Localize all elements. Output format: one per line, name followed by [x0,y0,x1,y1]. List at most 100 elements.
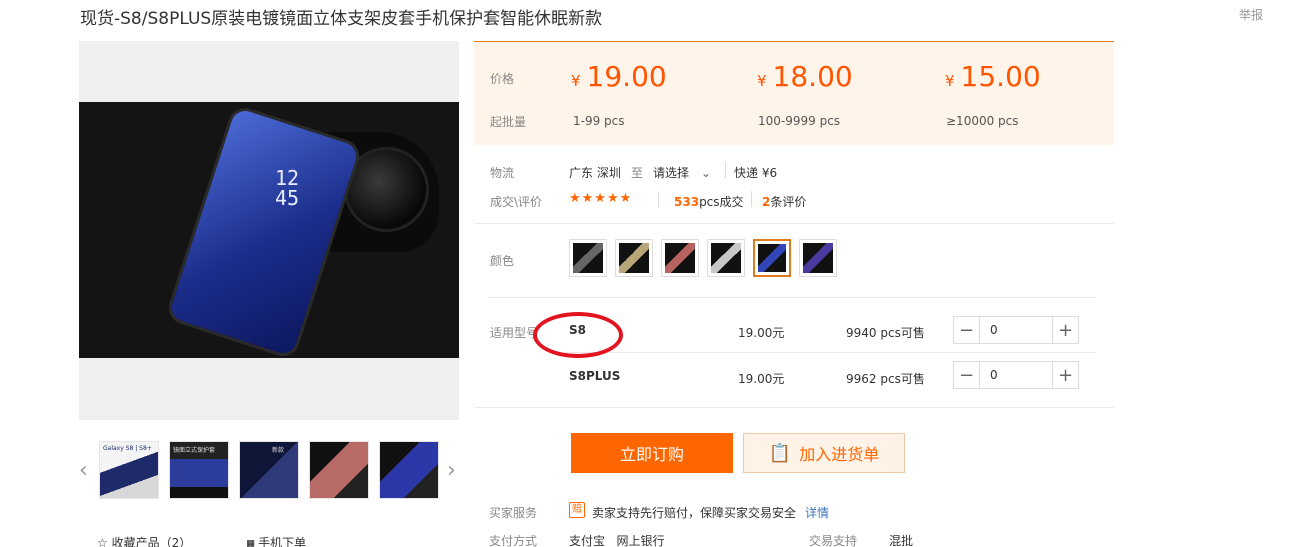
destination-select[interactable]: 请选择 ⌄ [653,164,711,181]
model-price: 19.00元 [738,372,785,386]
review-count[interactable]: 2条评价 [762,193,806,210]
swatch-image [573,243,603,273]
review-suffix: 条评价 [770,195,807,209]
clipboard-icon: 📋 [768,442,792,464]
color-label: 颜色 [490,254,515,268]
thumb-caption: Galaxy S8 | S8+ [103,445,152,452]
price-value: 18.00 [772,60,853,93]
seller-service-label: 买家服务 [489,506,538,520]
price-label: 价格 [490,72,515,86]
thumb-caption: 新款 [272,447,285,454]
swatch-image [803,243,833,273]
swatch-image [665,243,695,273]
thumb-galaxy-s8[interactable]: Galaxy S8 | S8+ [99,441,159,499]
tier-2-qty: 100-9999 pcs [758,114,841,128]
favorite-product[interactable]: ☆ 收藏产品（2） [97,534,191,547]
currency-symbol: ¥ [945,72,955,90]
color-swatch-blue[interactable] [753,239,791,277]
price-tier-3: ¥15.00 [945,60,1041,93]
currency-symbol: ¥ [757,72,767,90]
sold-number: 533 [674,195,700,209]
destination-value: 请选择 [653,166,690,180]
swatch-image [711,243,741,273]
mobile-order-label: 手机下单 [258,536,307,547]
trade-support-label: 交易支持 [809,534,858,547]
color-swatch-purple[interactable] [799,239,837,277]
divider [474,223,1114,224]
thumb-blue[interactable] [379,441,439,499]
currency-symbol: ¥ [571,72,581,90]
price-value: 19.00 [586,60,667,93]
quantity-input[interactable]: 0 [980,317,1052,343]
phone-clock: 12 45 [275,168,299,208]
thumbs-prev-icon[interactable]: ‹ [79,458,88,483]
payment-methods: 支付宝 网上银行 [569,534,665,547]
seller-service-text: 卖家支持先行赔付，保障买家交易安全 [592,506,797,520]
color-swatch-gold[interactable] [615,239,653,277]
model-stock: 9940 pcs可售 [846,326,925,340]
color-swatch-black[interactable] [569,239,607,277]
rating-stars-icon: ★★★★★ [569,191,633,206]
product-title: 现货-S8/S8PLUS原装电镀镜面立体支架皮套手机保护套智能休眠新款 [80,9,603,29]
model-name-s8plus: S8PLUS [569,369,621,383]
sold-count[interactable]: 533pcs成交 [674,193,744,210]
annotation-circle [533,312,623,358]
thumb-stand-case[interactable]: 镜面立式保护套 [169,441,229,499]
thumbs-next-icon[interactable]: › [447,458,456,483]
swatch-image [619,243,649,273]
thumb-new-arrival[interactable]: 新款 [239,441,299,499]
tier-1-qty: 1-99 pcs [573,114,625,128]
compensation-shield-icon: 赔 [569,502,585,518]
price-value: 15.00 [960,60,1041,93]
reviews-label: 成交\评价 [490,195,543,209]
logistics-origin: 广东 深圳 [569,166,621,180]
logistics-label: 物流 [490,166,515,180]
buy-now-button[interactable]: 立即订购 [571,433,733,473]
swatch-image [758,244,786,272]
divider [489,297,1096,298]
model-label: 适用型号 [490,326,539,340]
logistics-to: 至 [631,166,644,180]
divider [751,191,752,207]
minus-button[interactable]: − [954,362,980,388]
plus-button[interactable]: + [1052,362,1078,388]
payment-label: 支付方式 [489,534,538,547]
quantity-stepper[interactable]: − 0 + [953,361,1079,389]
express-fee: 快递 ¥6 [734,166,778,180]
model-price: 19.00元 [738,326,785,340]
price-tier-1: ¥19.00 [571,60,667,93]
phone-clock-minutes: 45 [275,186,300,210]
trade-support-value: 混批 [889,534,914,547]
model-stock: 9962 pcs可售 [846,372,925,386]
add-to-cart-label: 加入进货单 [799,445,880,464]
price-panel [474,41,1114,145]
details-link[interactable]: 详情 [805,504,829,521]
moq-label: 起批量 [490,115,527,129]
thumb-caption: 镜面立式保护套 [173,447,216,454]
divider [474,407,1114,408]
tier-3-qty: ≥10000 pcs [946,114,1019,128]
star-outline-icon: ☆ [97,536,108,547]
camera-lens [344,147,429,232]
chevron-down-icon: ⌄ [700,166,711,180]
add-to-cart-button[interactable]: 📋 加入进货单 [743,433,905,473]
product-photo: 12 45 [79,102,459,358]
divider [725,162,726,178]
color-swatch-silver[interactable] [707,239,745,277]
divider [658,191,659,207]
color-swatch-rose[interactable] [661,239,699,277]
qr-icon: ▦ [247,536,255,547]
sold-suffix: pcs成交 [699,195,744,209]
quantity-input[interactable]: 0 [980,362,1052,388]
phone-clock-hours: 12 [275,166,300,190]
phone-case [168,107,360,357]
quantity-stepper[interactable]: − 0 + [953,316,1079,344]
mobile-order[interactable]: ▦ 手机下单 [247,534,306,547]
report-link[interactable]: 举报 [1239,6,1263,23]
thumb-rose[interactable] [309,441,369,499]
plus-button[interactable]: + [1052,317,1078,343]
main-image[interactable]: 12 45 [79,41,459,420]
divider [566,352,1096,353]
price-tier-2: ¥18.00 [757,60,853,93]
minus-button[interactable]: − [954,317,980,343]
